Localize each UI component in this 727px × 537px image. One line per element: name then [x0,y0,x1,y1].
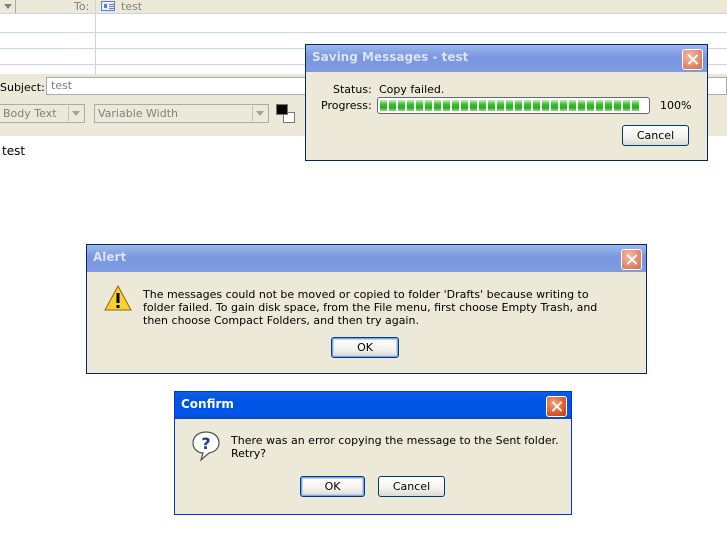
question-icon: ? [192,431,220,462]
progress-bar [377,97,650,114]
confirm-dialog: Confirm ? There was an error copying the… [174,391,572,515]
progress-segment [470,100,477,111]
progress-segment [596,100,603,111]
cancel-button[interactable]: Cancel [622,125,689,146]
cancel-button-label: Cancel [392,480,431,493]
svg-text:?: ? [201,434,210,453]
progress-segment [479,100,486,111]
progress-segment [542,100,549,111]
paragraph-style-value: Body Text [3,107,57,120]
address-row-line [0,32,727,33]
progress-segment [461,100,468,111]
alert-title: Alert [93,250,127,264]
confirm-titlebar[interactable]: Confirm [175,392,571,419]
status-label: Status: [333,83,372,96]
alert-message: The messages could not be moved or copie… [143,288,598,327]
alert-titlebar[interactable]: Alert [87,245,646,272]
cancel-button-label: Cancel [636,129,675,142]
warning-icon [104,285,132,311]
to-recipient[interactable]: test [121,0,142,13]
close-icon[interactable] [682,49,703,70]
address-divider [95,0,96,74]
cancel-button[interactable]: Cancel [378,476,445,497]
progress-segment [380,100,387,111]
font-face-value: Variable Width [98,107,178,120]
progress-segment [407,100,414,111]
progress-segment [605,100,612,111]
progress-segment [398,100,405,111]
progress-segment [506,100,513,111]
saving-messages-dialog: Saving Messages - test Status: Copy fail… [305,44,708,161]
progress-segment [533,100,540,111]
progress-segment [389,100,396,111]
progress-segment [443,100,450,111]
progress-percent: 100% [660,99,692,112]
alert-dialog: Alert The messages could not be moved or… [86,244,647,374]
message-body[interactable]: test [2,144,25,158]
progress-segment [578,100,585,111]
progress-segment [434,100,441,111]
progress-segment [614,100,621,111]
progress-segment [623,100,630,111]
status-value: Copy failed. [379,83,445,96]
progress-label: Progress: [321,99,372,112]
progress-segment [452,100,459,111]
close-icon[interactable] [546,396,567,417]
progress-segment [524,100,531,111]
close-icon[interactable] [621,249,642,270]
chevron-down-icon [68,106,83,121]
confirm-title: Confirm [181,397,234,411]
contact-card-icon [101,1,115,11]
progress-segment [488,100,495,111]
to-label: To: [74,0,90,13]
progress-segment [425,100,432,111]
chevron-down-icon [252,106,267,121]
subject-label: Subject: [0,81,45,94]
ok-button-label: OK [324,480,341,493]
progress-segment [515,100,522,111]
font-face-select[interactable]: Variable Width [94,104,269,123]
progress-segment [497,100,504,111]
progress-segment [416,100,423,111]
progress-segment [569,100,576,111]
address-type-dropdown[interactable] [0,0,16,13]
confirm-message: There was an error copying the message t… [231,434,559,460]
ok-button[interactable]: OK [300,476,365,497]
progress-segment [587,100,594,111]
progress-segment [560,100,567,111]
progress-segment [632,100,639,111]
progress-bar-fill [380,100,647,111]
saving-dialog-titlebar[interactable]: Saving Messages - test [306,45,707,72]
ok-button[interactable]: OK [331,337,399,358]
text-color-swatch[interactable] [276,104,288,115]
saving-dialog-title: Saving Messages - test [312,50,469,64]
progress-segment [551,100,558,111]
paragraph-style-select[interactable]: Body Text [0,104,85,123]
address-row[interactable]: To: test [0,0,727,14]
ok-button-label: OK [357,341,373,354]
